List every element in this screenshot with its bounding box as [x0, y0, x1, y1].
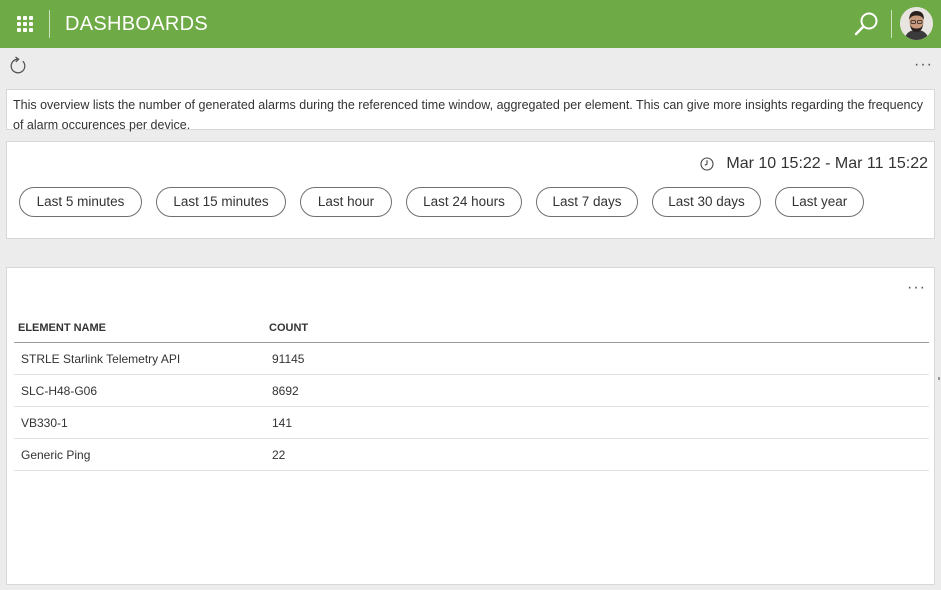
preset-last-30-days[interactable]: Last 30 days — [652, 187, 761, 217]
scrollbar-indicator[interactable] — [938, 377, 940, 380]
element-name-cell: Generic Ping — [14, 438, 265, 471]
preset-last-year[interactable]: Last year — [775, 187, 864, 217]
element-name-cell: VB330-1 — [14, 406, 265, 439]
count-cell: 141 — [265, 406, 929, 439]
page-title: DASHBOARDS — [65, 13, 209, 35]
header-divider — [891, 10, 892, 38]
description-card: This overview lists the number of genera… — [6, 89, 935, 132]
column-header-count[interactable]: COUNT — [265, 313, 929, 343]
element-name-cell: SLC-H48-G06 — [14, 374, 265, 407]
table-row[interactable]: STRLE Starlink Telemetry API 91145 — [14, 342, 929, 375]
top-bar: DASHBOARDS — [0, 0, 941, 48]
table-more-button[interactable]: ··· — [907, 280, 926, 296]
toolbar-more-button[interactable]: ··· — [914, 57, 933, 73]
preset-last-hour[interactable]: Last hour — [300, 187, 392, 217]
search-icon[interactable] — [853, 10, 881, 38]
preset-last-24-hours[interactable]: Last 24 hours — [406, 187, 522, 217]
alarm-count-table: ELEMENT NAME COUNT STRLE Starlink Teleme… — [14, 313, 929, 471]
time-filter-card: Mar 10 15:22 - Mar 11 15:22 Last 5 minut… — [6, 141, 935, 239]
preset-last-5-minutes[interactable]: Last 5 minutes — [19, 187, 142, 217]
time-range-label: Mar 10 15:22 - Mar 11 15:22 — [726, 155, 928, 172]
clock-icon — [700, 157, 714, 171]
preset-last-15-minutes[interactable]: Last 15 minutes — [156, 187, 286, 217]
header-divider — [49, 10, 50, 38]
element-name-cell: STRLE Starlink Telemetry API — [14, 342, 265, 375]
count-cell: 91145 — [265, 342, 929, 375]
column-header-element-name[interactable]: ELEMENT NAME — [14, 313, 265, 343]
count-cell: 22 — [265, 438, 929, 471]
table-header-row: ELEMENT NAME COUNT — [14, 313, 929, 343]
dashboard-toolbar — [0, 48, 941, 81]
preset-last-7-days[interactable]: Last 7 days — [536, 187, 638, 217]
apps-grid-icon[interactable] — [17, 16, 33, 32]
description-text: This overview lists the number of genera… — [13, 98, 923, 132]
avatar[interactable] — [900, 7, 933, 40]
table-row[interactable]: VB330-1 141 — [14, 406, 929, 439]
table-row[interactable]: Generic Ping 22 — [14, 438, 929, 471]
user-avatar-icon — [900, 7, 933, 40]
count-cell: 8692 — [265, 374, 929, 407]
alarm-count-table-card: ··· ELEMENT NAME COUNT STRLE Starlink Te… — [6, 267, 935, 585]
refresh-icon[interactable] — [8, 56, 28, 76]
time-range[interactable]: Mar 10 15:22 - Mar 11 15:22 — [700, 155, 928, 173]
table-row[interactable]: SLC-H48-G06 8692 — [14, 374, 929, 407]
